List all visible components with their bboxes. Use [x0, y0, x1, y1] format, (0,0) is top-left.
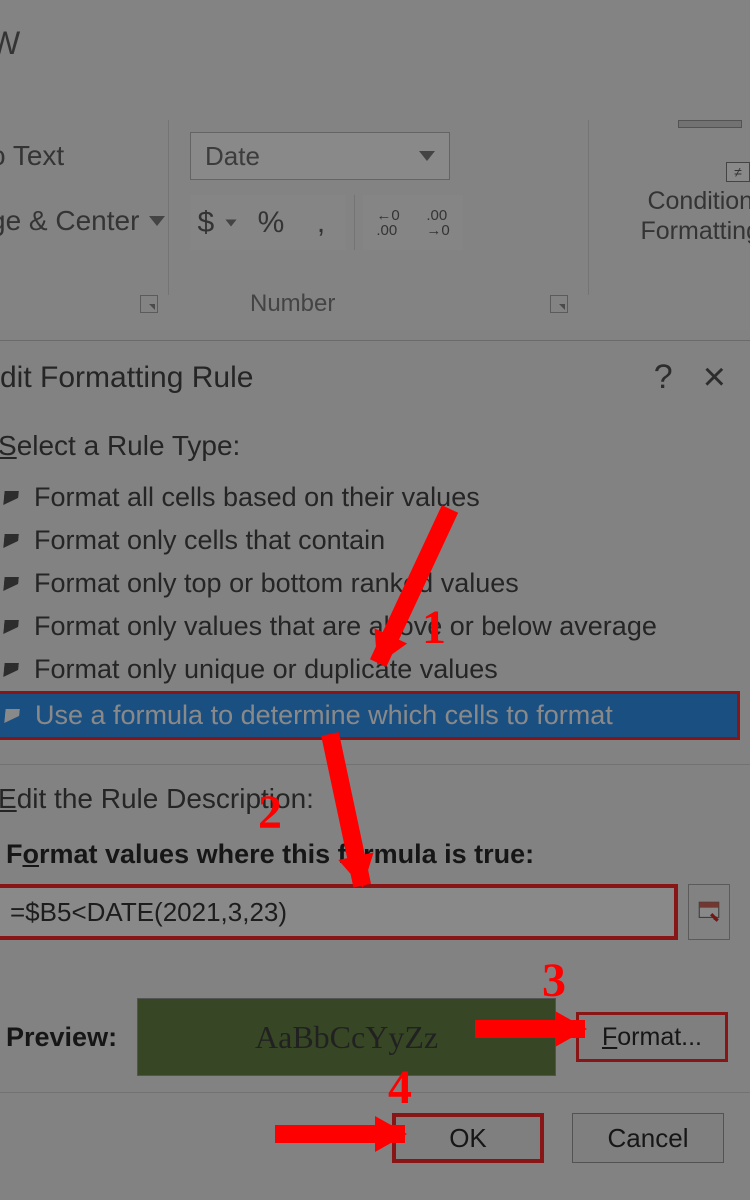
comma-format-button[interactable]: , — [296, 195, 346, 250]
chevron-down-icon — [149, 216, 165, 226]
format-button[interactable]: Format... — [576, 1012, 728, 1062]
edit-formatting-rule-dialog: dit Formatting Rule ? × SSelect a Rule T… — [0, 340, 750, 1200]
rule-type-label: Format only cells that contain — [34, 525, 385, 556]
chevron-down-icon — [225, 219, 236, 226]
merge-center-button[interactable]: ge & Center — [0, 205, 165, 237]
select-rule-type-label: SSelect a Rule Type:elect a Rule Type: — [0, 420, 750, 476]
cancel-button[interactable]: Cancel — [572, 1113, 724, 1163]
format-rest: ormat... — [617, 1023, 702, 1052]
f-pre: F — [6, 839, 23, 869]
ribbon-tab-fragment: W — [0, 25, 20, 62]
rule-type-label: Format only unique or duplicate values — [34, 654, 498, 685]
rule-flag-icon — [4, 577, 24, 591]
rule-type-option-selected[interactable]: Use a formula to determine which cells t… — [0, 691, 740, 740]
conditional-formatting-label: Conditional Formatting ▾ — [620, 186, 750, 246]
rule-flag-icon — [4, 534, 24, 548]
annotation-arrow — [475, 1020, 585, 1038]
decrease-decimal-button[interactable]: .00 →0 — [413, 195, 463, 250]
range-selector-button[interactable] — [688, 884, 730, 940]
rule-flag-icon — [4, 663, 24, 677]
rule-type-option[interactable]: Format only top or bottom ranked values — [0, 562, 738, 605]
wrap-text-label: o Text — [0, 140, 64, 172]
formula-input[interactable] — [0, 884, 678, 940]
alignment-dialog-launcher-icon[interactable] — [140, 295, 158, 313]
rule-type-option[interactable]: Format only cells that contain — [0, 519, 738, 562]
ok-button[interactable]: OK — [392, 1113, 544, 1163]
close-icon[interactable]: × — [703, 355, 726, 400]
rule-flag-icon — [5, 709, 25, 723]
number-format-dropdown[interactable]: Date — [190, 132, 450, 180]
number-buttons-group: $ % , ←0 .00 .00 →0 — [190, 195, 463, 250]
separator — [354, 195, 355, 250]
excel-ribbon: W o Text ge & Center Date $ % , ←0 .00 .… — [0, 0, 750, 330]
ribbon-separator — [588, 120, 589, 295]
rule-type-label: Format only top or bottom ranked values — [34, 568, 519, 599]
conditional-formatting-button[interactable]: ≠ Conditional Formatting ▾ — [620, 120, 750, 246]
rule-flag-icon — [4, 491, 24, 505]
merge-center-label: ge & Center — [0, 205, 139, 237]
f-o: o — [23, 839, 40, 869]
percent-format-button[interactable]: % — [246, 195, 296, 250]
number-dialog-launcher-icon[interactable] — [550, 295, 568, 313]
number-group-label: Number — [250, 290, 335, 318]
dialog-titlebar: dit Formatting Rule ? × — [0, 341, 750, 420]
rule-type-list[interactable]: Format all cells based on their values F… — [0, 476, 750, 740]
wrap-text-button[interactable]: o Text — [0, 140, 64, 172]
chevron-down-icon — [419, 151, 435, 161]
increase-decimal-button[interactable]: ←0 .00 — [363, 195, 413, 250]
dialog-title: dit Formatting Rule — [0, 361, 253, 395]
rule-type-option[interactable]: Format all cells based on their values — [0, 476, 738, 519]
f-post: rmat values where this formula is true: — [39, 839, 534, 869]
rule-type-label: Format only values that are above or bel… — [34, 611, 657, 642]
ribbon-separator — [168, 120, 169, 295]
annotation-arrow — [275, 1125, 405, 1143]
conditional-formatting-icon: ≠ — [678, 120, 742, 178]
accounting-format-button[interactable]: $ — [190, 195, 246, 250]
format-f: F — [602, 1023, 617, 1052]
range-selector-icon — [696, 899, 722, 925]
currency-symbol: $ — [197, 206, 214, 240]
preview-label: Preview: — [6, 1022, 117, 1053]
rule-flag-icon — [4, 620, 24, 634]
number-format-selected: Date — [205, 141, 260, 172]
rule-type-label: Format all cells based on their values — [34, 482, 480, 513]
help-button[interactable]: ? — [654, 358, 673, 397]
rule-type-label: Use a formula to determine which cells t… — [35, 700, 613, 731]
edit-rule-description-label: Edit the Rule Description: Edit the Rule… — [0, 773, 750, 829]
